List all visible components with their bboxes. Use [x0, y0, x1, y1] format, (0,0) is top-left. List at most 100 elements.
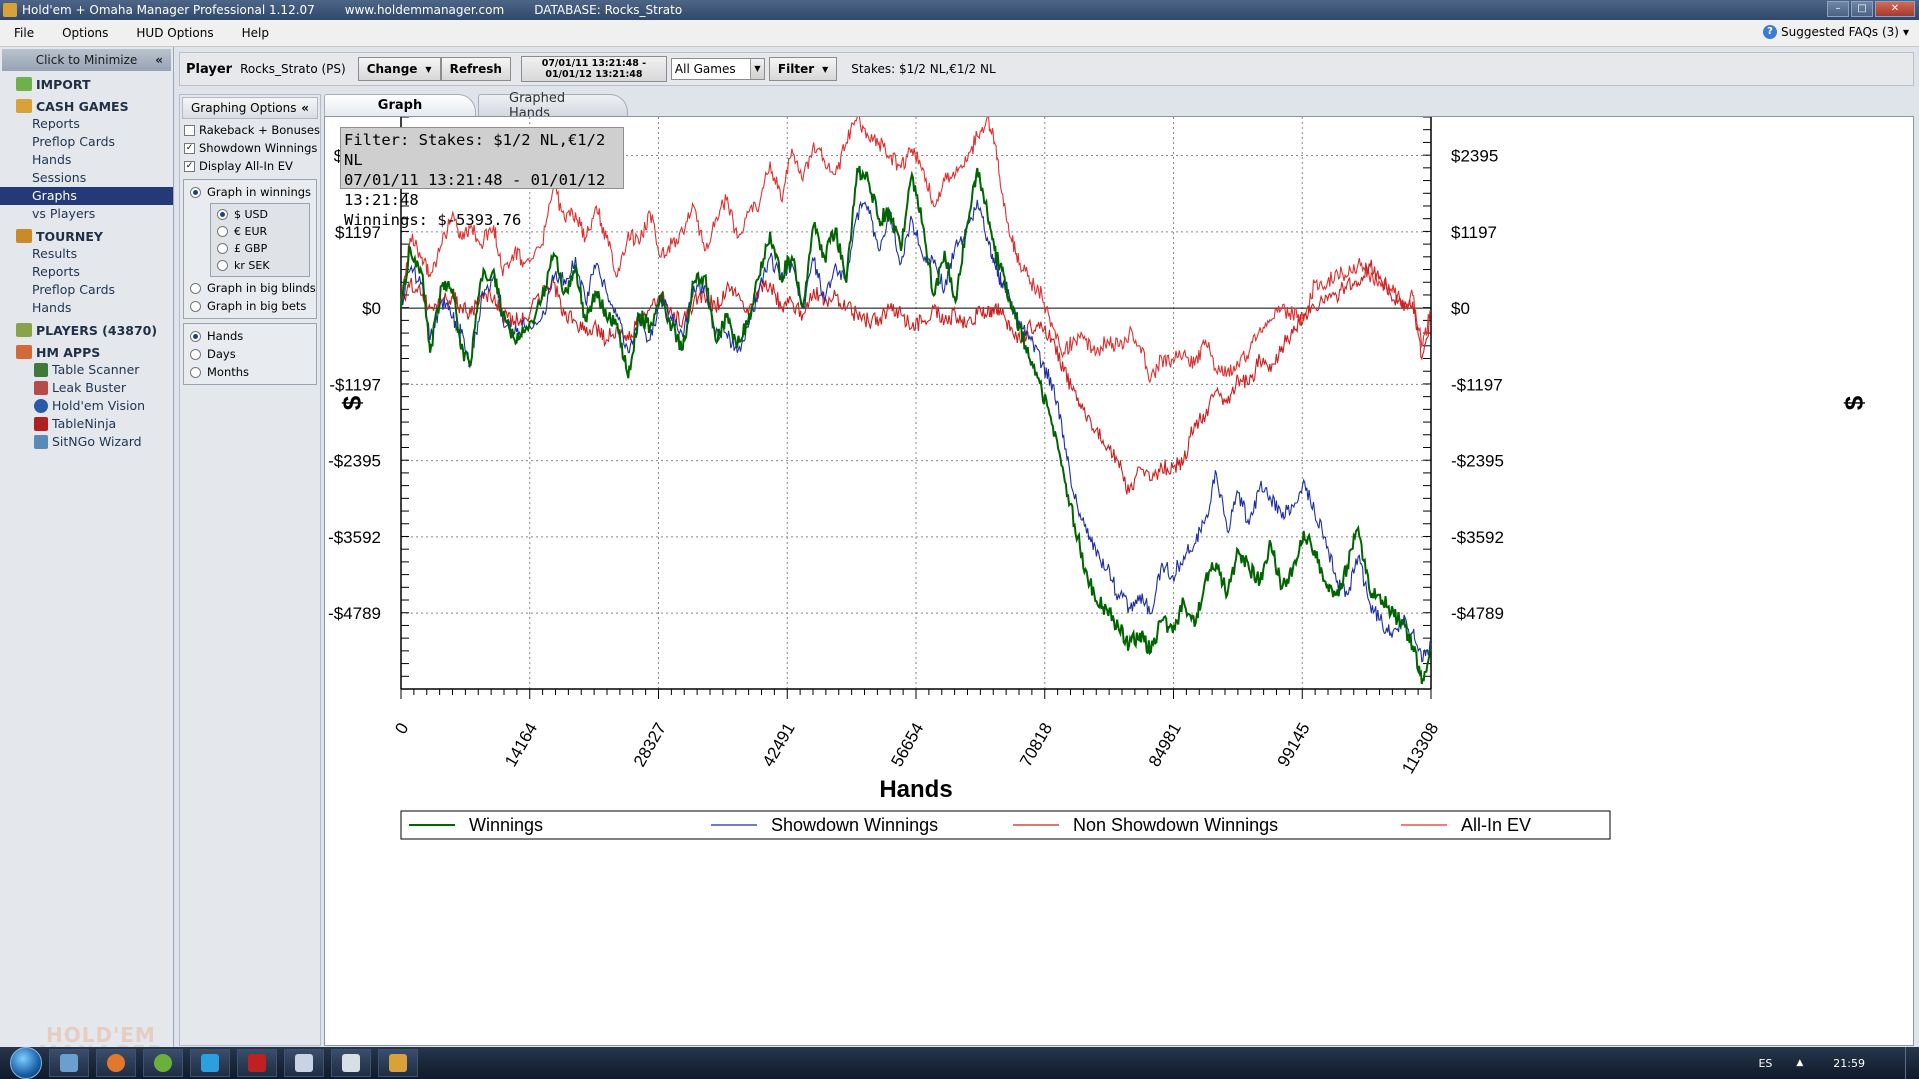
- minimize-panel-button[interactable]: Click to Minimize «: [2, 49, 171, 71]
- y-tick-label-left: $0: [362, 299, 381, 318]
- currency-eur-radio[interactable]: € EUR: [211, 223, 309, 240]
- tableninja-label: TableNinja: [52, 416, 117, 431]
- start-button[interactable]: [10, 1047, 42, 1079]
- period-days-radio[interactable]: Days: [184, 345, 316, 363]
- nav-tourney-preflop-cards[interactable]: Preflop Cards: [0, 281, 173, 299]
- nav-cash-vs-players[interactable]: vs Players: [0, 205, 173, 223]
- nav-app-holdem-vision[interactable]: Hold'em Vision: [0, 397, 173, 415]
- graph-in-big-blinds-radio[interactable]: Graph in big blinds: [184, 279, 316, 297]
- menu-file[interactable]: File: [0, 26, 48, 40]
- date-range-button[interactable]: 07/01/11 13:21:48 - 01/01/12 13:21:48: [520, 56, 667, 82]
- y-axis-title-left: $: [337, 395, 367, 410]
- window-controls: – □ ✕: [1827, 1, 1915, 17]
- tray-expand-icon[interactable]: ▲: [1796, 1058, 1803, 1068]
- taskbar-app-6[interactable]: [284, 1049, 324, 1077]
- menu-help[interactable]: Help: [228, 26, 283, 40]
- cash-games-icon: [16, 99, 32, 113]
- filter-button[interactable]: Filter ▼: [768, 57, 838, 81]
- nav-app-leak-buster[interactable]: Leak Buster: [0, 379, 173, 397]
- refresh-button[interactable]: Refresh: [440, 57, 511, 81]
- show-desktop-button[interactable]: [1905, 1047, 1919, 1079]
- currency-gbp-radio[interactable]: £ GBP: [211, 240, 309, 257]
- legend-label: Winnings: [469, 815, 543, 835]
- menu-options[interactable]: Options: [48, 26, 122, 40]
- chevron-down-icon: ▾: [1902, 25, 1909, 39]
- tab-graph[interactable]: Graph: [324, 94, 476, 116]
- y-tick-label-right: $1197: [1451, 223, 1497, 242]
- nav-cash-sessions[interactable]: Sessions: [0, 169, 173, 187]
- currency-usd-radio[interactable]: $ USD: [211, 206, 309, 223]
- nav-tourney-reports[interactable]: Reports: [0, 263, 173, 281]
- holdem-vision-icon: [34, 399, 48, 413]
- currency-sek-radio[interactable]: kr SEK: [211, 257, 309, 274]
- radio-selected-icon: [190, 186, 201, 198]
- nav-cash-graphs[interactable]: Graphs: [0, 187, 173, 205]
- nav-cash-preflop-cards[interactable]: Preflop Cards: [0, 133, 173, 151]
- suggested-faqs-label: Suggested FAQs (3): [1781, 25, 1899, 39]
- showdown-winnings-checkbox[interactable]: ✓ Showdown Winnings: [180, 139, 320, 157]
- rakeback-checkbox[interactable]: Rakeback + Bonuses: [180, 121, 320, 139]
- x-tick-label: 99145: [1274, 720, 1314, 770]
- nav-players[interactable]: PLAYERS (43870): [0, 321, 173, 339]
- legend-label: Non Showdown Winnings: [1073, 815, 1278, 835]
- currency-sek-label: kr SEK: [234, 259, 270, 272]
- nav-tourney-results[interactable]: Results: [0, 245, 173, 263]
- nav-hm-apps-label: HM APPS: [36, 344, 101, 360]
- tableninja-icon: [34, 417, 48, 431]
- website-label: www.holdemmanager.com: [344, 3, 505, 17]
- checkmark-icon: ✓: [184, 160, 195, 172]
- taskbar-app-1[interactable]: [49, 1049, 89, 1077]
- taskbar-app-5[interactable]: [237, 1049, 277, 1077]
- y-tick-label-left: -$4789: [328, 604, 381, 623]
- graph-in-big-bets-radio[interactable]: Graph in big bets: [184, 297, 316, 315]
- tab-graphed-hands[interactable]: Graphed Hands: [478, 91, 628, 121]
- nav-cash-hands[interactable]: Hands: [0, 151, 173, 169]
- y-tick-label-right: $0: [1451, 299, 1470, 318]
- minimize-window-icon[interactable]: –: [1827, 1, 1849, 17]
- nav-tourney[interactable]: TOURNEY: [0, 227, 173, 245]
- nav-app-table-scanner[interactable]: Table Scanner: [0, 361, 173, 379]
- period-hands-radio[interactable]: Hands: [184, 327, 316, 345]
- taskbar-app-4[interactable]: [190, 1049, 230, 1077]
- filter-info-stakes: Filter: Stakes: $1/2 NL,€1/2 NL: [344, 131, 606, 169]
- radio-icon: [190, 300, 201, 312]
- menu-hud-options[interactable]: HUD Options: [122, 26, 227, 40]
- x-tick-label: 14164: [501, 720, 541, 770]
- graph-unit-group: Graph in winnings $ USD € EUR £ GBP kr S…: [183, 179, 317, 319]
- graph-in-winnings-radio[interactable]: Graph in winnings: [184, 183, 316, 201]
- stakes-label: Stakes: $1/2 NL,€1/2 NL: [851, 62, 996, 76]
- nav-app-sitngo-wizard[interactable]: SitNGo Wizard: [0, 433, 173, 451]
- suggested-faqs[interactable]: ? Suggested FAQs (3) ▾: [1763, 25, 1909, 39]
- graphing-options-header[interactable]: Graphing Options «: [182, 97, 318, 119]
- games-select[interactable]: All Games ▼: [670, 58, 765, 80]
- display-allin-ev-checkbox[interactable]: ✓ Display All-In EV: [180, 157, 320, 175]
- nav-cash-games[interactable]: CASH GAMES: [0, 97, 173, 115]
- app-icon: [3, 3, 17, 17]
- pokerstars-icon: [248, 1054, 266, 1072]
- nav-tourney-hands[interactable]: Hands: [0, 299, 173, 317]
- database-label: DATABASE: Rocks_Strato: [534, 3, 683, 17]
- nav-cash-reports[interactable]: Reports: [0, 115, 173, 133]
- x-tick-label: 56654: [887, 720, 927, 770]
- rakeback-label: Rakeback + Bonuses: [199, 123, 320, 137]
- nav-import[interactable]: IMPORT: [0, 75, 173, 93]
- language-indicator[interactable]: ES: [1758, 1057, 1772, 1070]
- x-tick-label: 84981: [1145, 720, 1185, 770]
- media-player-icon: [154, 1054, 172, 1072]
- nav-app-tableninja[interactable]: TableNinja: [0, 415, 173, 433]
- close-window-icon[interactable]: ✕: [1875, 1, 1915, 17]
- taskbar-app-7[interactable]: [331, 1049, 371, 1077]
- nav-hm-apps[interactable]: HM APPS: [0, 343, 173, 361]
- filter-info-dates: 07/01/11 13:21:48 - 01/01/12 13:21:48: [344, 171, 606, 209]
- table-scanner-label: Table Scanner: [52, 362, 140, 377]
- double-chevron-left-icon: «: [301, 101, 309, 115]
- clock[interactable]: 21:59: [1833, 1057, 1865, 1070]
- players-icon: [16, 323, 32, 337]
- taskbar-app-3[interactable]: [143, 1049, 183, 1077]
- period-months-radio[interactable]: Months: [184, 363, 316, 381]
- taskbar-app-2[interactable]: [96, 1049, 136, 1077]
- change-player-button[interactable]: Change ▼: [357, 57, 441, 81]
- taskbar-app-8[interactable]: [378, 1049, 418, 1077]
- maximize-window-icon[interactable]: □: [1851, 1, 1873, 17]
- radio-icon: [190, 282, 201, 294]
